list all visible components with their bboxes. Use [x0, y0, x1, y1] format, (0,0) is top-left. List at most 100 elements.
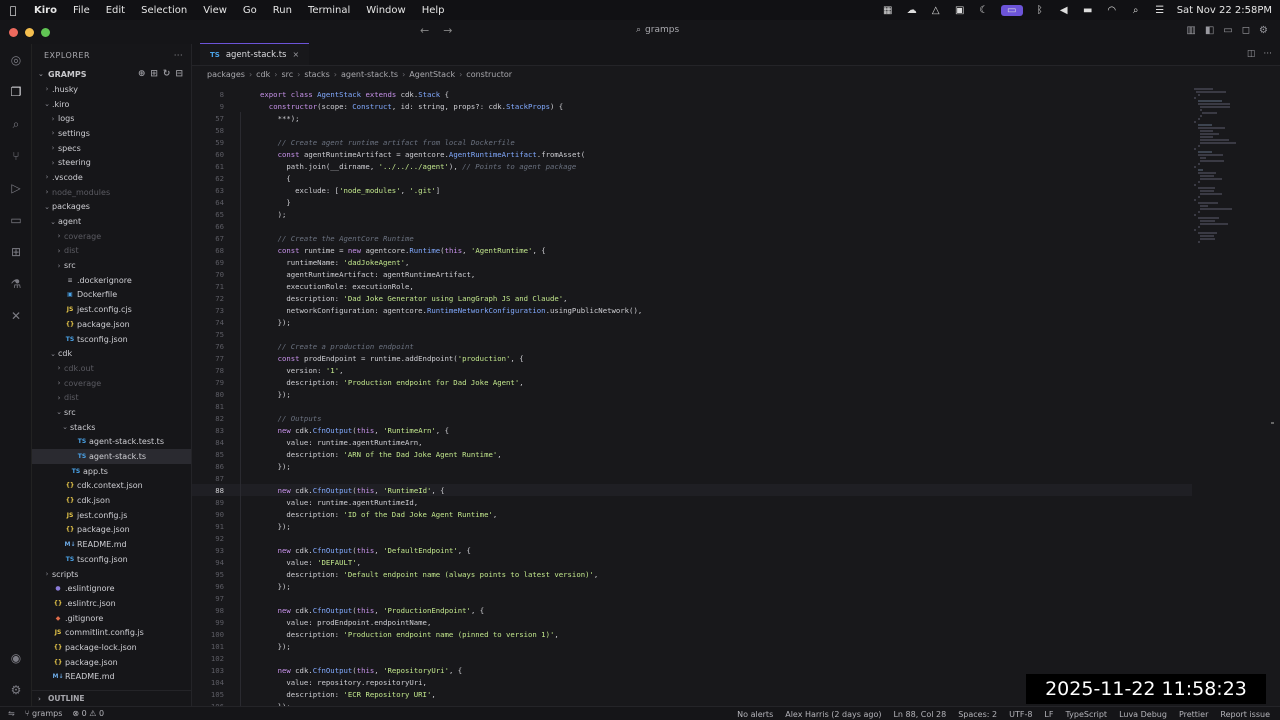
code-line[interactable]: 90 description: 'ID of the Dad Joke Agen… [192, 508, 1192, 520]
code-line[interactable]: 99 value: prodEndpoint.endpointName, [192, 616, 1192, 628]
tab-agent-stack[interactable]: TS agent-stack.ts × [200, 43, 310, 65]
tree-folder[interactable]: › .vscode [32, 170, 191, 185]
breadcrumb-item[interactable]: cdk [256, 70, 270, 79]
workspace-root[interactable]: ⌄ GRAMPS ⊕ ⊞ ↻ ⊟ [32, 66, 191, 82]
menu-view[interactable]: View [195, 5, 235, 16]
code-line[interactable]: 64 } [192, 196, 1192, 208]
tree-folder[interactable]: › specs [32, 141, 191, 156]
code-line[interactable]: 66 [192, 220, 1192, 232]
formatter-status[interactable]: Prettier [1179, 710, 1208, 719]
tree-folder[interactable]: ⌄ .kiro [32, 97, 191, 112]
code-line[interactable]: 75 [192, 328, 1192, 340]
chat-icon[interactable]: ◻ [1242, 25, 1250, 36]
tree-folder[interactable]: › coverage [32, 376, 191, 391]
code-line[interactable]: 67 // Create the AgentCore Runtime [192, 232, 1192, 244]
report-issue-status[interactable]: Report issue [1220, 710, 1270, 719]
tree-folder[interactable]: › settings [32, 126, 191, 141]
menu-file[interactable]: File [65, 5, 98, 16]
code-line[interactable]: 93 new cdk.CfnOutput(this, 'DefaultEndpo… [192, 544, 1192, 556]
tree-folder[interactable]: › dist [32, 390, 191, 405]
explorer-icon[interactable]: ❐ [0, 76, 32, 108]
back-arrow-icon[interactable]: ← [420, 24, 429, 37]
code-line[interactable]: 84 value: runtime.agentRuntimeArn, [192, 436, 1192, 448]
code-line[interactable]: 92 [192, 532, 1192, 544]
breadcrumb-item[interactable]: src [281, 70, 293, 79]
tree-file[interactable]: {} package.json [32, 523, 191, 538]
breadcrumb-item[interactable]: stacks [304, 70, 329, 79]
minimap[interactable] [1194, 88, 1242, 243]
apple-icon[interactable]:  [0, 4, 26, 17]
tree-folder[interactable]: › steering [32, 155, 191, 170]
tree-folder[interactable]: ⌄ stacks [32, 420, 191, 435]
tree-file[interactable]: M↓ README.md [32, 670, 191, 685]
menu-terminal[interactable]: Terminal [300, 5, 358, 16]
control-center-icon[interactable]: ☰ [1153, 5, 1167, 16]
code-line[interactable]: 86 }); [192, 460, 1192, 472]
code-line[interactable]: 88 new cdk.CfnOutput(this, 'RuntimeId', … [192, 484, 1192, 496]
zoom-window-button[interactable] [41, 27, 50, 37]
minimize-window-button[interactable] [25, 27, 34, 37]
tree-folder[interactable]: ⌄ cdk [32, 346, 191, 361]
code-line[interactable]: 72 description: 'Dad Joke Generator usin… [192, 292, 1192, 304]
volume-icon[interactable]: ◀ [1057, 5, 1071, 16]
tree-file[interactable]: {} cdk.json [32, 493, 191, 508]
triangle-icon[interactable]: △ [929, 5, 943, 16]
tree-file[interactable]: {} cdk.context.json [32, 479, 191, 494]
code-line[interactable]: 8 export class AgentStack extends cdk.Sta… [192, 88, 1192, 100]
tree-file[interactable]: ◆ .gitignore [32, 611, 191, 626]
kiro-icon[interactable]: ◎ [0, 44, 32, 76]
toggle-sidebar-icon[interactable]: ◧ [1205, 25, 1214, 36]
code-line[interactable]: 61 path.join(__dirname, '../../../agent'… [192, 160, 1192, 172]
problems-count[interactable]: ⊗ 0 ⚠ 0 [72, 709, 104, 718]
toggle-panel-icon[interactable]: ▭ [1223, 25, 1232, 36]
code-line[interactable]: 74 }); [192, 316, 1192, 328]
code-line[interactable]: 68 const runtime = new agentcore.Runtime… [192, 244, 1192, 256]
menu-window[interactable]: Window [358, 5, 413, 16]
remote-explorer-icon[interactable]: ▭ [0, 204, 32, 236]
code-line[interactable]: 77 const prodEndpoint = runtime.addEndpo… [192, 352, 1192, 364]
code-line[interactable]: 69 runtimeName: 'dadJokeAgent', [192, 256, 1192, 268]
code-line[interactable]: 60 const agentRuntimeArtifact = agentcor… [192, 148, 1192, 160]
tree-folder[interactable]: › logs [32, 111, 191, 126]
code-line[interactable]: 91 }); [192, 520, 1192, 532]
git-blame-status[interactable]: Alex Harris (2 days ago) [785, 710, 881, 719]
eol-status[interactable]: LF [1044, 710, 1053, 719]
code-line[interactable]: 94 value: 'DEFAULT', [192, 556, 1192, 568]
code-line[interactable]: 73 networkConfiguration: agentcore.Runti… [192, 304, 1192, 316]
code-line[interactable]: 96 }); [192, 580, 1192, 592]
command-center[interactable]: ⌕ gramps [636, 25, 679, 35]
breadcrumb-item[interactable]: AgentStack [409, 70, 455, 79]
tree-file[interactable]: JS commitlint.config.js [32, 625, 191, 640]
account-icon[interactable]: ◉ [0, 642, 32, 674]
refresh-icon[interactable]: ↻ [163, 69, 171, 79]
extension-icon[interactable]: ▦ [881, 5, 895, 16]
tree-file[interactable]: M↓ README.md [32, 537, 191, 552]
breadcrumb-item[interactable]: packages [207, 70, 245, 79]
code-line[interactable]: 83 new cdk.CfnOutput(this, 'RuntimeArn',… [192, 424, 1192, 436]
menu-selection[interactable]: Selection [133, 5, 195, 16]
code-line[interactable]: 70 agentRuntimeArtifact: agentRuntimeArt… [192, 268, 1192, 280]
menu-run[interactable]: Run [265, 5, 300, 16]
run-debug-icon[interactable]: ▷ [0, 172, 32, 204]
code-line[interactable]: 102 [192, 652, 1192, 664]
code-line[interactable]: 63 exclude: ['node_modules', '.git'] [192, 184, 1192, 196]
forward-arrow-icon[interactable]: → [443, 24, 452, 37]
menu-help[interactable]: Help [414, 5, 453, 16]
tree-folder[interactable]: › coverage [32, 229, 191, 244]
code-line[interactable]: 100 description: 'Production endpoint na… [192, 628, 1192, 640]
source-control-icon[interactable]: ⑂ [0, 140, 32, 172]
breadcrumb-item[interactable]: agent-stack.ts [341, 70, 398, 79]
code-line[interactable]: 89 value: runtime.agentRuntimeId, [192, 496, 1192, 508]
code-line[interactable]: 76 // Create a production endpoint [192, 340, 1192, 352]
language-mode[interactable]: TypeScript [1065, 710, 1107, 719]
wifi-icon[interactable]: ◠ [1105, 5, 1119, 16]
bluetooth-icon[interactable]: ᛒ [1033, 5, 1047, 16]
code-line[interactable]: 87 [192, 472, 1192, 484]
code-line[interactable]: 81 [192, 400, 1192, 412]
code-line[interactable]: 57 ***); [192, 112, 1192, 124]
tree-file[interactable]: ● .eslintignore [32, 581, 191, 596]
tree-file[interactable]: {} package-lock.json [32, 640, 191, 655]
branch-item[interactable]: ⑂ gramps [25, 709, 63, 718]
tree-file[interactable]: {} package.json [32, 655, 191, 670]
tree-folder[interactable]: › .husky [32, 82, 191, 97]
